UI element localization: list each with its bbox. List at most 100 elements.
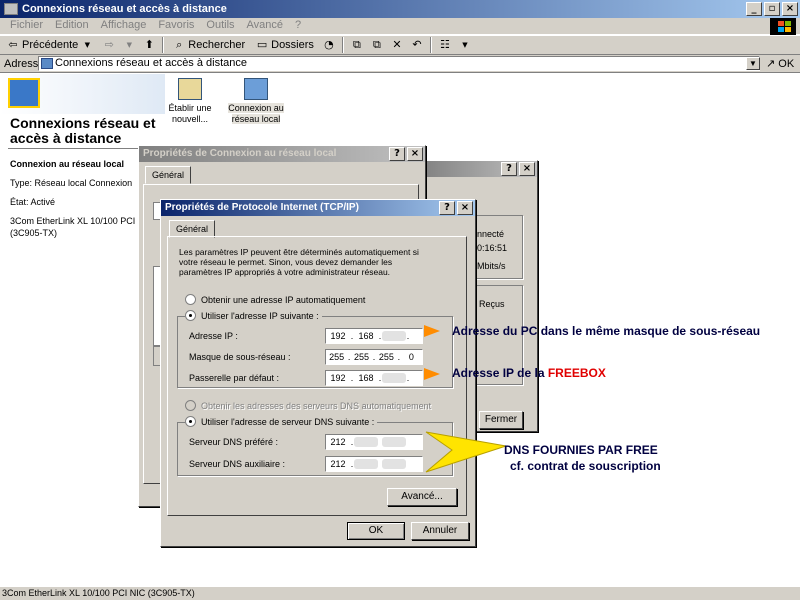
mask-octet-3: 255 <box>378 352 394 362</box>
address-dropdown-icon[interactable]: ▼ <box>746 57 760 70</box>
close-button[interactable]: × <box>407 147 423 161</box>
new-connection-icon-item[interactable]: Établir une nouvell... <box>165 78 215 125</box>
subnet-mask-input[interactable]: 255. 255. 255. 0 <box>325 349 423 365</box>
folders-label: Dossiers <box>271 39 314 51</box>
tcpip-title: Propriétés de Protocole Internet (TCP/IP… <box>165 202 359 213</box>
back-arrow-icon: ⇦ <box>8 38 18 51</box>
gateway-octet-3-blurred <box>382 373 406 383</box>
windows-logo-icon <box>770 18 796 36</box>
info-pane: Connexions réseau et accès à distance Co… <box>0 74 165 586</box>
freebox-label: FREEBOX <box>547 366 606 380</box>
manual-ip-radio[interactable]: Utiliser l'adresse IP suivante : <box>185 310 322 321</box>
ok-button[interactable]: OK <box>347 522 405 540</box>
toolbar-separator <box>341 37 344 53</box>
local-network-icon-item[interactable]: Connexion au réseau local <box>226 78 286 125</box>
close-button[interactable]: × <box>457 201 473 215</box>
close-button[interactable]: × <box>519 162 535 176</box>
undo-icon[interactable]: ↶ <box>410 39 424 51</box>
new-connection-icon <box>178 78 202 100</box>
dns1-blurred <box>382 437 406 447</box>
radio-icon <box>185 400 196 411</box>
copy-to-icon[interactable]: ⧉ <box>370 39 384 51</box>
manual-ip-label: Utiliser l'adresse IP suivante : <box>201 310 319 321</box>
up-folder-icon[interactable]: ⬆ <box>142 39 156 51</box>
local-network-label: Connexion au réseau local <box>228 103 284 124</box>
cancel-button[interactable]: Annuler <box>411 522 469 540</box>
manual-dns-radio[interactable]: Utiliser l'adresse de serveur DNS suivan… <box>185 416 378 427</box>
address-bar: Adresse Connexions réseau et accès à dis… <box>0 55 800 73</box>
search-icon: ⌕ <box>176 38 183 51</box>
address-input[interactable]: Connexions réseau et accès à distance <box>38 56 760 71</box>
intro-text: Les paramètres IP peuvent être déterminé… <box>179 247 419 277</box>
status-duration: 0:16:51 <box>477 243 508 253</box>
network-connections-icon <box>8 78 40 108</box>
restore-button[interactable]: ▫ <box>764 2 780 16</box>
menu-help[interactable]: ? <box>289 18 307 34</box>
gateway-annotation-arrow-icon <box>424 368 440 380</box>
auto-dns-radio[interactable]: Obtenir les adresses des serveurs DNS au… <box>185 400 431 411</box>
dns1-octet-1: 212 <box>330 437 346 447</box>
advanced-button[interactable]: Avancé... <box>387 488 457 506</box>
dns2-blurred <box>354 459 378 469</box>
back-button[interactable]: ⇦ Précédente ▼ <box>4 38 96 52</box>
new-connection-label: Établir une nouvell... <box>168 103 212 124</box>
help-button[interactable]: ? <box>439 201 455 215</box>
close-button[interactable]: × <box>782 2 798 16</box>
ip-address-input[interactable]: 192. 168. . <box>325 328 423 344</box>
close-dialog-button[interactable]: Fermer <box>479 411 523 429</box>
forward-arrow-icon[interactable]: ⇨ <box>102 39 116 51</box>
help-button[interactable]: ? <box>389 147 405 161</box>
gateway-octet-1: 192 <box>330 373 346 383</box>
menu-fichier[interactable]: Fichier <box>4 18 49 34</box>
radio-selected-icon <box>185 310 196 321</box>
menu-favoris[interactable]: Favoris <box>152 18 200 34</box>
auto-ip-radio[interactable]: Obtenir une adresse IP automatiquement <box>185 294 365 305</box>
menu-outils[interactable]: Outils <box>200 18 240 34</box>
auto-dns-label: Obtenir les adresses des serveurs DNS au… <box>201 400 432 411</box>
menu-affichage[interactable]: Affichage <box>95 18 153 34</box>
forward-dropdown-icon[interactable]: ▼ <box>122 39 136 51</box>
ip-label: Adresse IP : <box>189 331 238 341</box>
ip-octet-3-blurred <box>382 331 406 341</box>
toolbar-separator <box>429 37 432 53</box>
status-speed: Mbits/s <box>477 261 506 271</box>
gateway-label: Passerelle par défaut : <box>189 373 280 383</box>
views-dropdown-icon[interactable]: ▼ <box>458 39 472 51</box>
gateway-input[interactable]: 192. 168. . <box>325 370 423 386</box>
minimize-button[interactable]: _ <box>746 2 762 16</box>
alternate-dns-input[interactable]: 212. <box>325 456 423 472</box>
menu-avance[interactable]: Avancé <box>241 18 290 34</box>
network-folder-icon <box>41 58 53 69</box>
tab-general[interactable]: Général <box>145 166 192 184</box>
folders-button[interactable]: ▭ Dossiers <box>253 38 316 52</box>
local-network-icon <box>244 78 268 100</box>
move-to-icon[interactable]: ⧉ <box>350 39 364 51</box>
views-icon[interactable]: ☷ <box>438 39 452 51</box>
dns2-blurred <box>382 459 406 469</box>
gateway-octet-2: 168 <box>358 373 374 383</box>
folders-icon: ▭ <box>256 38 268 51</box>
auto-ip-label: Obtenir une adresse IP automatiquement <box>201 294 366 305</box>
preferred-dns-input[interactable]: 212. <box>325 434 423 450</box>
dns1-label: Serveur DNS préféré : <box>189 437 279 447</box>
go-button[interactable]: ↗ OK <box>766 57 794 70</box>
go-label: OK <box>778 58 795 70</box>
dns-annotation-line-2: cf. contrat de souscription <box>510 459 661 473</box>
delete-icon[interactable]: ✕ <box>390 39 404 51</box>
page-title: Connexions réseau et accès à distance <box>10 115 156 146</box>
search-label: Rechercher <box>188 39 246 51</box>
dns1-blurred <box>354 437 378 447</box>
history-icon[interactable]: ◔ <box>322 39 336 51</box>
ip-annotation: Adresse du PC dans le même masque de sou… <box>452 324 761 338</box>
toolbar-separator <box>162 37 165 53</box>
menu-bar: Fichier Edition Affichage Favoris Outils… <box>0 18 800 34</box>
search-button[interactable]: ⌕ Rechercher <box>170 38 247 52</box>
tcpip-title-bar: Propriétés de Protocole Internet (TCP/IP… <box>161 200 475 216</box>
connection-properties-title-bar: Propriétés de Connexion au réseau local … <box>139 146 425 162</box>
mask-label: Masque de sous-réseau : <box>189 352 291 362</box>
status-bar: 3Com EtherLink XL 10/100 PCI NIC (3C905-… <box>0 586 800 600</box>
gateway-annotation: Adresse IP de la FREEBOX <box>452 366 606 380</box>
menu-edition[interactable]: Edition <box>49 18 95 34</box>
network-folder-icon <box>4 3 18 15</box>
help-button[interactable]: ? <box>501 162 517 176</box>
